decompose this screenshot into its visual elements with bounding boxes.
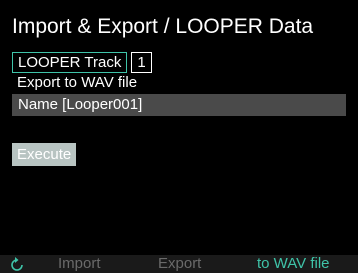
- name-field-value: Name [Looper001]: [18, 96, 143, 113]
- track-selector[interactable]: LOOPER Track 1: [12, 52, 152, 73]
- name-field[interactable]: Name [Looper001]: [12, 94, 346, 116]
- export-description: Export to WAV file: [17, 74, 138, 91]
- screen: Import & Export / LOOPER Data LOOPER Tra…: [0, 0, 358, 273]
- footer-to-wav-file[interactable]: to WAV file: [257, 255, 330, 273]
- looper-track-label[interactable]: LOOPER Track: [12, 52, 128, 73]
- footer-import[interactable]: Import: [58, 255, 101, 273]
- footer-bar: Import Export to WAV file: [0, 255, 358, 273]
- footer-export[interactable]: Export: [158, 255, 201, 273]
- page-title: Import & Export / LOOPER Data: [12, 15, 314, 38]
- looper-track-number[interactable]: 1: [131, 52, 152, 73]
- execute-button[interactable]: Execute: [12, 143, 77, 166]
- refresh-icon[interactable]: [10, 255, 24, 273]
